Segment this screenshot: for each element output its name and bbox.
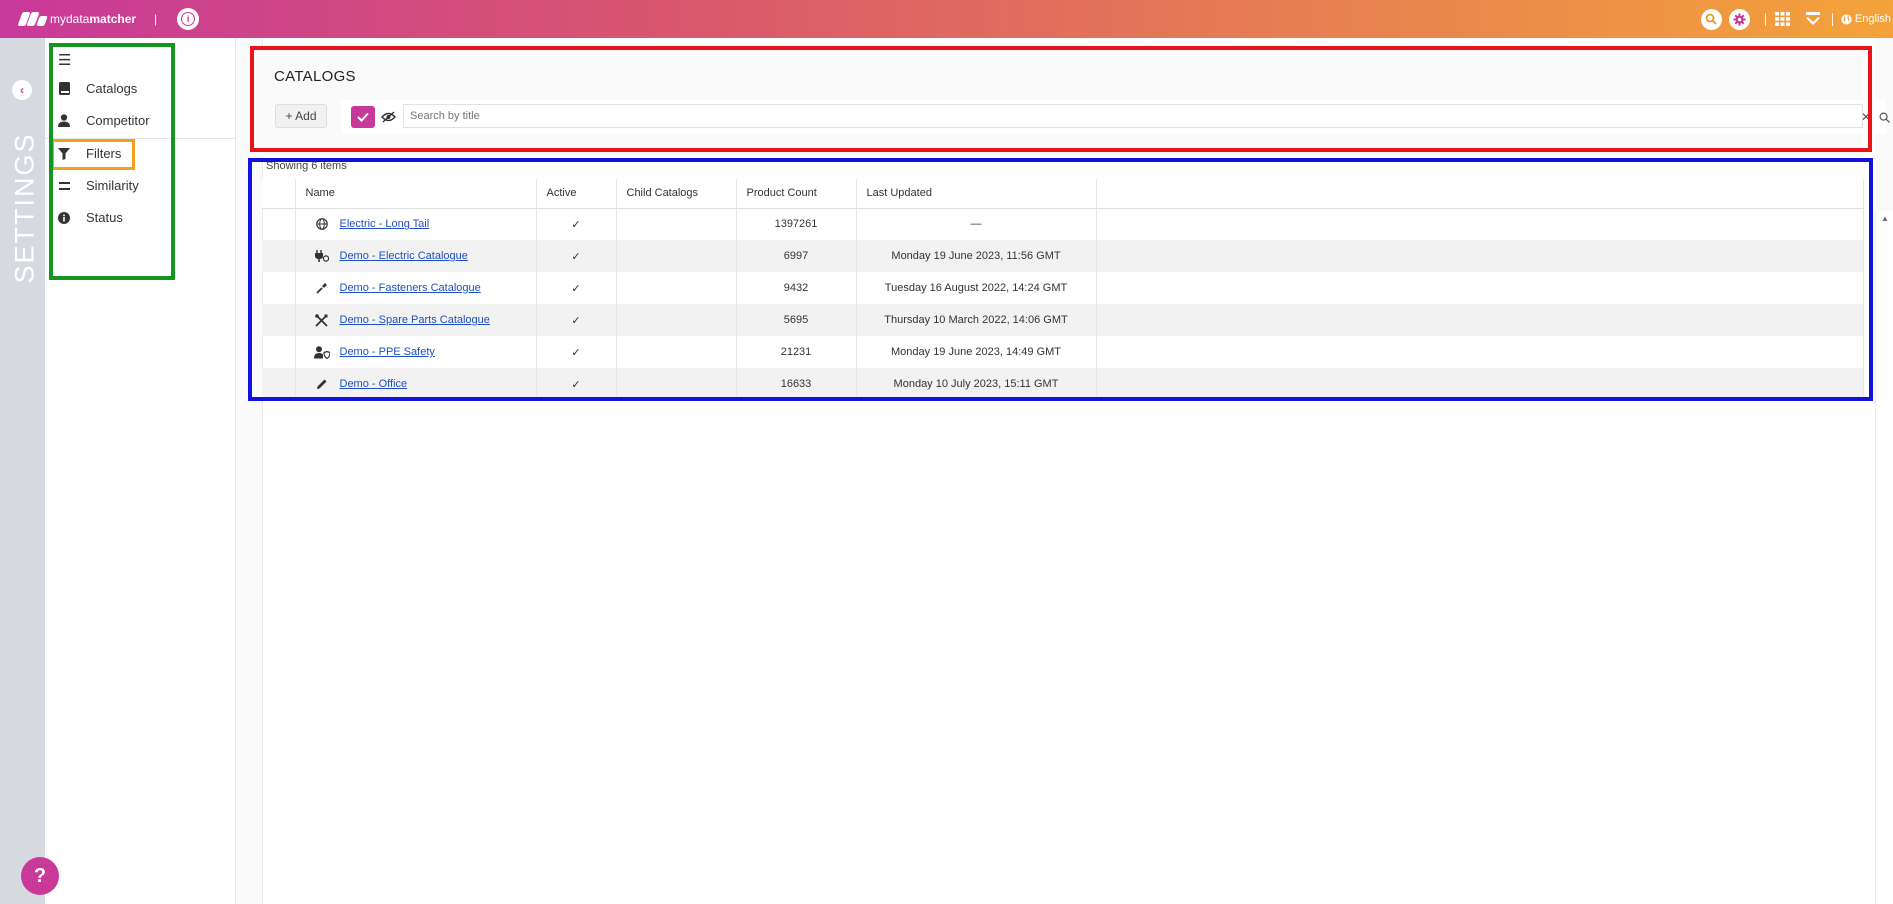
scrollbar[interactable] [1875,211,1893,904]
logo-text-prefix: mydata [50,12,90,26]
header-highlight-box [250,46,1872,152]
divider [1831,12,1833,26]
info-icon: i [181,12,196,26]
search-button[interactable] [1700,8,1722,30]
settings-rail: ‹ SETTINGS [0,38,45,904]
info-button[interactable]: i [177,8,200,30]
search-icon[interactable] [1879,110,1890,128]
help-label: ? [33,864,47,887]
app-logo[interactable]: mydatamatcher [17,12,137,26]
logo-mark-icon [17,12,48,26]
logo-text-bold: matcher [89,12,137,26]
top-right-tools: English [1700,0,1893,38]
settings-rail-label: SETTINGS [9,132,40,284]
collapse-button[interactable]: ‹ [12,80,32,100]
chevron-left-icon: ‹ [20,83,24,97]
language-selector[interactable]: English [1841,13,1891,25]
top-bar: mydatamatcher | i English [0,0,1893,38]
search-icon [1706,13,1718,25]
gear-icon [1733,12,1746,26]
settings-button[interactable] [1728,8,1750,30]
top-bar-separator: | [154,12,158,26]
data-check-icon [1805,12,1820,25]
divider [1764,12,1766,26]
scroll-up-icon[interactable]: ▲ [1881,214,1889,223]
apps-grid-button[interactable] [1774,10,1792,28]
table-highlight-box [248,158,1873,401]
data-badge-button[interactable] [1802,10,1824,28]
settings-nav: ☰ Catalogs Competitor Filters Similarity… [45,38,236,904]
help-button[interactable]: ? [21,857,59,895]
globe-icon [1841,13,1852,25]
language-label: English [1854,13,1891,25]
grid-icon [1775,12,1791,26]
main-content: CATALOGS + Add ✕ Showing 6 items [236,38,1893,904]
nav-highlight-box [49,43,175,280]
